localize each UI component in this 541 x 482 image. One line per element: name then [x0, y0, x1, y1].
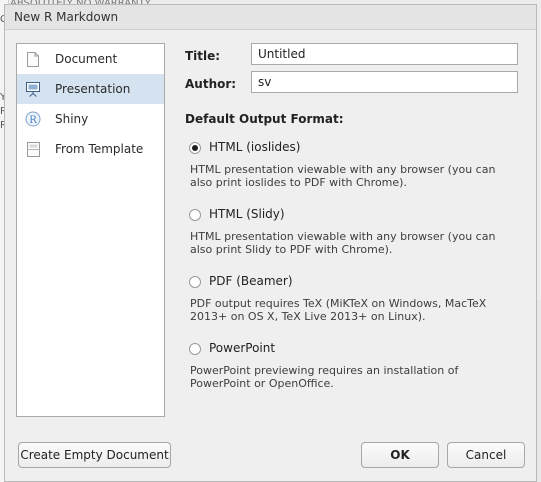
document-icon [25, 50, 41, 68]
shiny-icon: R [25, 110, 41, 128]
format-category-list: Document Presentation R Shiny From Templ… [16, 43, 165, 417]
option-label: HTML (Slidy) [209, 207, 285, 221]
option-label: HTML (ioslides) [209, 140, 301, 154]
svg-text:R: R [29, 115, 37, 126]
radio-html-ioslides[interactable] [189, 142, 201, 154]
option-description: HTML presentation viewable with any brow… [190, 230, 496, 256]
sidebar-item-label: From Template [55, 142, 144, 156]
sidebar-item-from-template[interactable]: From Template [17, 134, 164, 164]
dialog-titlebar[interactable]: New R Markdown [5, 5, 536, 30]
create-empty-document-button[interactable]: Create Empty Document [18, 442, 171, 468]
title-field[interactable] [251, 43, 518, 65]
option-description: HTML presentation viewable with any brow… [190, 163, 496, 189]
author-field[interactable] [251, 71, 518, 93]
option-description: PDF output requires TeX (MiKTeX on Windo… [190, 297, 487, 323]
dialog-title: New R Markdown [14, 10, 119, 24]
new-r-markdown-dialog: New R Markdown Document Presentation R S… [4, 4, 537, 482]
sidebar-item-presentation[interactable]: Presentation [17, 74, 164, 104]
author-label: Author: [185, 77, 237, 91]
title-label: Title: [185, 49, 221, 63]
sidebar-item-label: Shiny [55, 112, 89, 126]
ok-button[interactable]: OK [361, 442, 439, 468]
radio-powerpoint[interactable] [189, 343, 201, 355]
radio-html-slidy[interactable] [189, 209, 201, 221]
template-icon [25, 140, 41, 158]
radio-pdf-beamer[interactable] [189, 276, 201, 288]
presentation-icon [25, 80, 41, 98]
option-label: PDF (Beamer) [209, 274, 293, 288]
output-format-heading: Default Output Format: [185, 112, 344, 126]
sidebar-item-label: Document [55, 52, 118, 66]
option-description: PowerPoint previewing requires an instal… [190, 364, 459, 390]
sidebar-item-document[interactable]: Document [17, 44, 164, 74]
option-label: PowerPoint [209, 341, 276, 355]
sidebar-item-label: Presentation [55, 82, 131, 96]
sidebar-item-shiny[interactable]: R Shiny [17, 104, 164, 134]
cancel-button[interactable]: Cancel [447, 442, 525, 468]
